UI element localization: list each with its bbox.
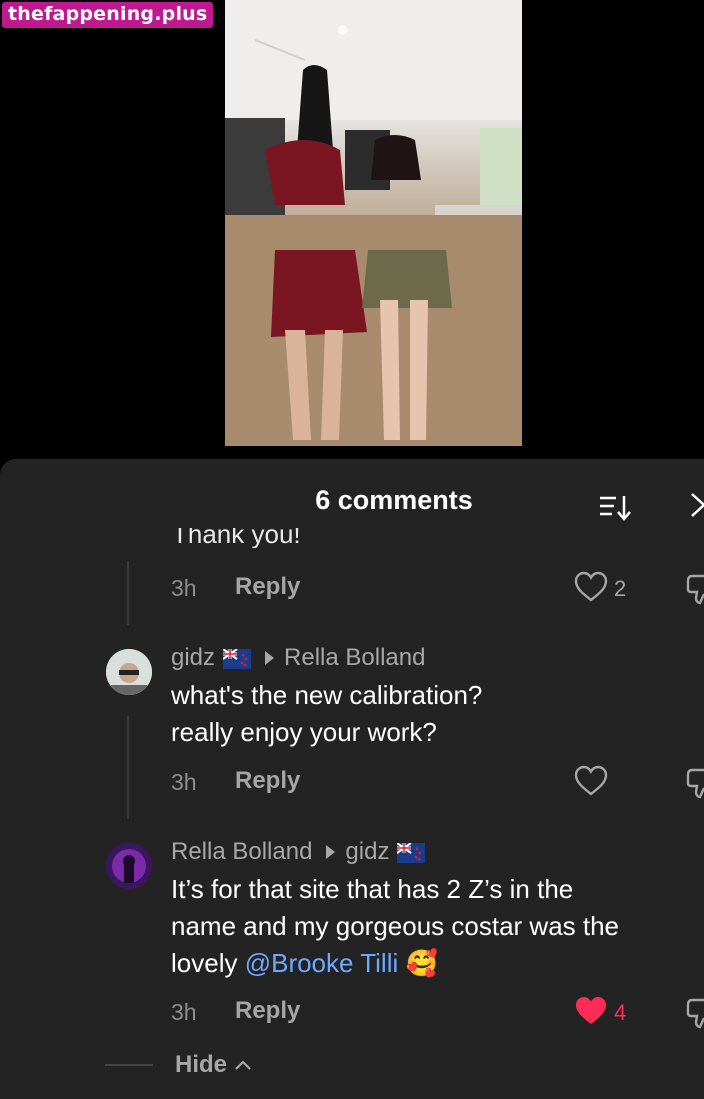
comment-line: It’s for that site that has 2 Z’s in the: [171, 874, 574, 904]
video-player[interactable]: [225, 0, 522, 446]
thread-line: [127, 716, 129, 819]
like-count: 2: [614, 576, 627, 601]
chevron-up-icon: [235, 1060, 251, 1070]
watermark: thefappening.plus: [2, 2, 214, 28]
close-icon[interactable]: [690, 490, 704, 525]
reply-button[interactable]: Reply: [235, 573, 300, 601]
comment-line: lovely @Brooke Tilli 🥰: [171, 945, 619, 982]
thread-line: [127, 561, 129, 625]
comment-time: 3h: [171, 575, 197, 601]
emoji: 🥰: [405, 948, 438, 978]
reply-to-user[interactable]: Rella Bolland: [284, 644, 425, 672]
comment-line: really enjoy your work?: [171, 717, 437, 747]
nz-flag-icon: [396, 842, 426, 863]
dislike-icon[interactable]: [686, 996, 704, 1035]
comment-author-line: gidz Rella Bolland: [171, 644, 425, 672]
reply-arrow-icon: [265, 651, 275, 665]
dislike-icon[interactable]: [686, 572, 704, 611]
comment-line: name and my gorgeous costar was the: [171, 911, 620, 941]
mention-link[interactable]: @Brooke Tilli: [245, 948, 399, 978]
hide-replies-button[interactable]: Hide: [175, 1051, 227, 1079]
hide-replies-row[interactable]: Hide: [105, 1051, 253, 1079]
avatar[interactable]: [106, 843, 152, 889]
video-frame: [225, 0, 522, 446]
comment-line-text: lovely: [171, 948, 245, 978]
nz-flag-icon: [222, 648, 252, 669]
comment-text: It’s for that site that has 2 Z’s in the…: [171, 871, 619, 982]
comment-line: what's the new calibration?: [171, 680, 483, 710]
comment-text: what's the new calibration? really enjoy…: [171, 677, 482, 751]
heart-icon[interactable]: [574, 571, 608, 608]
like-count: 4: [614, 1000, 627, 1025]
reply-to-user[interactable]: gidz: [345, 838, 389, 866]
reply-button[interactable]: Reply: [235, 997, 300, 1025]
heart-filled-icon[interactable]: [574, 995, 608, 1032]
reply-button[interactable]: Reply: [235, 767, 300, 795]
divider: [105, 1064, 153, 1066]
heart-icon[interactable]: [574, 765, 608, 802]
comment-time: 3h: [171, 769, 197, 795]
sort-icon[interactable]: [598, 493, 634, 528]
comment-author[interactable]: gidz: [171, 644, 215, 672]
comment-author[interactable]: Rella Bolland: [171, 838, 312, 866]
comment-time: 3h: [171, 999, 197, 1025]
avatar[interactable]: [106, 649, 152, 695]
truncated-comment-text: Thank you!: [172, 528, 301, 548]
reply-arrow-icon: [326, 845, 336, 859]
dislike-icon[interactable]: [686, 766, 704, 805]
comment-author-line: Rella Bolland gidz: [171, 838, 426, 866]
